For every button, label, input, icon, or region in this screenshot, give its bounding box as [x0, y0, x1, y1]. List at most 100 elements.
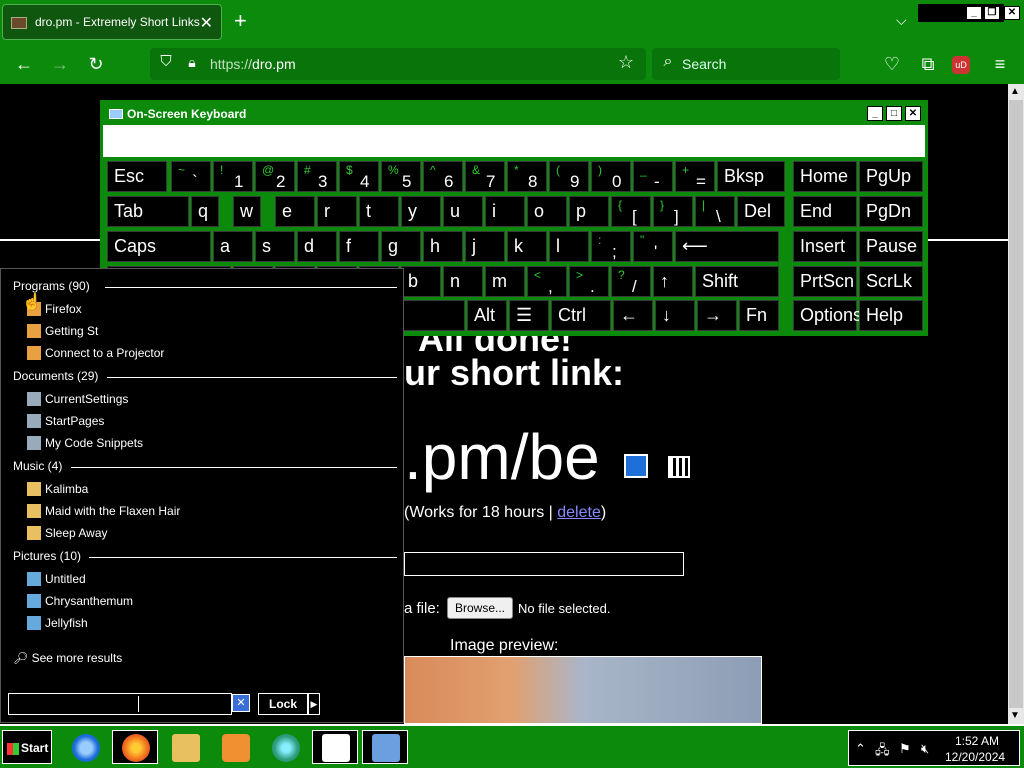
key-symbol[interactable]: @2 — [255, 161, 295, 192]
volume-muted-icon[interactable]: 🔇︎ — [921, 741, 929, 757]
short-link-text[interactable]: .pm/be — [404, 420, 600, 494]
key-h[interactable]: h — [423, 231, 463, 262]
taskbar-on-screen-keyboard-icon[interactable] — [362, 730, 408, 764]
key-s[interactable]: s — [255, 231, 295, 262]
key-[interactable]: ↓ — [655, 300, 695, 331]
window-close-button[interactable]: ✕ — [1004, 6, 1020, 20]
key-symbol[interactable]: _ - — [633, 161, 673, 192]
key-symbol[interactable]: :; — [591, 231, 631, 262]
delete-link[interactable]: delete — [557, 504, 601, 521]
key-symbol[interactable]: (9 — [549, 161, 589, 192]
key-scrlk[interactable]: ScrLk — [859, 266, 923, 297]
key-[interactable]: ☰ — [509, 300, 549, 331]
clear-search-icon[interactable]: ✕ — [232, 694, 250, 712]
key-caps[interactable]: Caps — [107, 231, 211, 262]
key-t[interactable]: t — [359, 196, 399, 227]
key-j[interactable]: j — [465, 231, 505, 262]
key-pgup[interactable]: PgUp — [859, 161, 923, 192]
tab-close-icon[interactable]: ✕ — [200, 13, 213, 33]
pocket-icon[interactable]: ♡ — [880, 54, 904, 76]
key-symbol[interactable]: {[ — [611, 196, 651, 227]
action-center-flag-icon[interactable]: ⚑ — [899, 741, 911, 757]
key-bksp[interactable]: Bksp — [717, 161, 785, 192]
start-section-title[interactable]: Music (4) — [13, 459, 62, 473]
reload-icon[interactable]: ↻ — [84, 54, 108, 76]
shield-icon[interactable]: ⛉ — [154, 52, 178, 74]
key-symbol[interactable]: | \ — [695, 196, 735, 227]
key-f[interactable]: f — [339, 231, 379, 262]
taskbar-app-icon[interactable] — [262, 730, 308, 764]
osk-minimize-button[interactable]: _ — [867, 106, 883, 121]
key-symbol[interactable]: + = — [675, 161, 715, 192]
clock-date[interactable]: 12/20/2024 — [945, 750, 1005, 764]
key-esc[interactable]: Esc — [107, 161, 167, 192]
forward-arrow-icon[interactable]: → — [48, 54, 72, 76]
key-n[interactable]: n — [443, 266, 483, 297]
key-q[interactable]: q — [191, 196, 219, 227]
open-link-icon[interactable] — [624, 454, 648, 478]
key-symbol[interactable]: <, — [527, 266, 567, 297]
key-symbol[interactable]: >. — [569, 266, 609, 297]
lock-button[interactable]: Lock — [258, 693, 308, 715]
key-w[interactable]: w — [233, 196, 261, 227]
taskbar-snipping-tool-icon[interactable] — [312, 730, 358, 764]
menu-icon[interactable]: ≡ — [988, 54, 1012, 76]
key-k[interactable]: k — [507, 231, 547, 262]
start-section-title[interactable]: Pictures (10) — [13, 549, 81, 563]
key-symbol[interactable]: ~ ` — [171, 161, 211, 192]
link-textarea[interactable] — [404, 552, 684, 576]
key-symbol[interactable]: ? / — [611, 266, 651, 297]
ublock-icon[interactable]: uD — [952, 56, 970, 74]
lock-options-arrow-icon[interactable]: ▶ — [308, 693, 320, 715]
url-bar[interactable]: ⛉ 🔒︎ https://dro.pm ☆ — [150, 48, 646, 80]
key-shift[interactable]: Shift — [695, 266, 779, 297]
key-a[interactable]: a — [213, 231, 253, 262]
start-button[interactable]: Start — [2, 730, 52, 764]
clock-time[interactable]: 1:52 AM — [955, 734, 999, 748]
scroll-down-icon[interactable]: ▼ — [1010, 710, 1020, 721]
tab-active[interactable]: dro.pm - Extremely Short Links ✕ — [2, 4, 222, 40]
key-symbol[interactable]: & 7 — [465, 161, 505, 192]
key-y[interactable]: y — [401, 196, 441, 227]
scroll-up-icon[interactable]: ▲ — [1010, 86, 1020, 97]
key-pause[interactable]: Pause — [859, 231, 923, 262]
key-symbol[interactable]: % 5 — [381, 161, 421, 192]
key-symbol[interactable]: ^ 6 — [423, 161, 463, 192]
browse-button[interactable]: Browse... — [447, 597, 513, 619]
extensions-icon[interactable]: ⧉ — [916, 54, 940, 76]
key-symbol[interactable]: " ' — [633, 231, 673, 262]
key-i[interactable]: i — [485, 196, 525, 227]
key-m[interactable]: m — [485, 266, 525, 297]
key-d[interactable]: d — [297, 231, 337, 262]
key-del[interactable]: Del — [737, 196, 785, 227]
scrollbar-thumb[interactable] — [1009, 100, 1023, 708]
key-symbol[interactable]: $4 — [339, 161, 379, 192]
key-home[interactable]: Home — [793, 161, 857, 192]
window-restore-button[interactable]: ❐ — [984, 6, 1000, 20]
window-minimize-button[interactable]: _ — [966, 6, 982, 20]
bookmark-star-icon[interactable]: ☆ — [614, 52, 638, 74]
key-[interactable]: ← — [613, 300, 653, 331]
key-o[interactable]: o — [527, 196, 567, 227]
key-symbol[interactable]: * 8 — [507, 161, 547, 192]
network-icon[interactable]: 🖧︎ — [875, 741, 890, 763]
key-end[interactable]: End — [793, 196, 857, 227]
show-hidden-icons-icon[interactable]: ⌃ — [855, 741, 866, 757]
osk-close-button[interactable]: ✕ — [905, 106, 921, 121]
key-[interactable]: → — [697, 300, 737, 331]
key-[interactable]: ↑ — [653, 266, 693, 297]
key-g[interactable]: g — [381, 231, 421, 262]
key-prtscn[interactable]: PrtScn — [793, 266, 857, 297]
taskbar-media-player-icon[interactable] — [212, 730, 258, 764]
key-symbol[interactable]: ) 0 — [591, 161, 631, 192]
new-tab-button[interactable]: + — [234, 8, 256, 34]
key-insert[interactable]: Insert — [793, 231, 857, 262]
key-b[interactable]: b — [401, 266, 441, 297]
qr-code-icon[interactable] — [668, 456, 690, 478]
taskbar-explorer-icon[interactable] — [162, 730, 208, 764]
see-more-results[interactable]: 🔎︎ See more results — [13, 651, 122, 665]
key-alt[interactable]: Alt — [467, 300, 507, 331]
key-symbol[interactable]: #3 — [297, 161, 337, 192]
key-p[interactable]: p — [569, 196, 609, 227]
key-ctrl[interactable]: Ctrl — [551, 300, 611, 331]
